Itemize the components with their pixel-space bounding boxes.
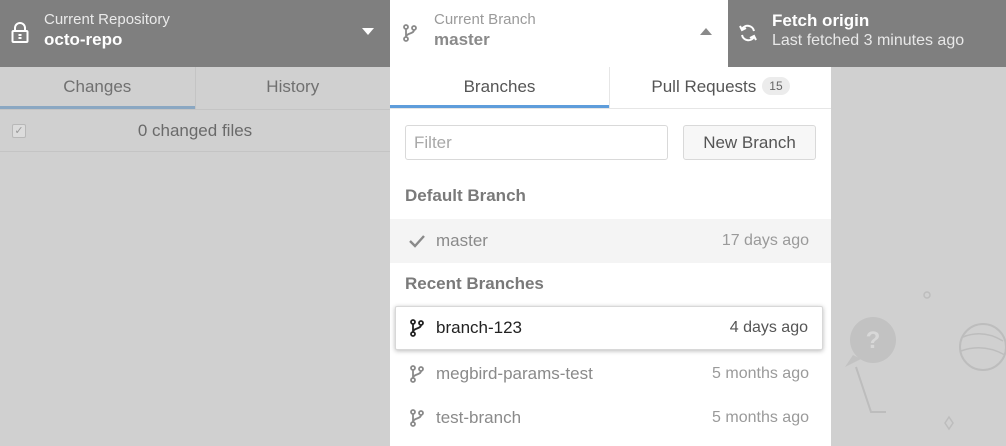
repository-label: Current Repository: [44, 11, 170, 28]
branch-updated-time: 17 days ago: [721, 232, 809, 249]
filter-bar: New Branch: [390, 110, 831, 176]
git-branch-icon: [400, 22, 420, 44]
empty-state-background: ?: [831, 67, 1006, 446]
new-branch-button[interactable]: New Branch: [683, 125, 816, 160]
branch-dropdown-tabs: Branches Pull Requests 15: [390, 67, 831, 109]
toolbar: Current Repository octo-repo Current Bra…: [0, 0, 1006, 67]
fetch-origin-button[interactable]: Fetch origin Last fetched 3 minutes ago: [728, 0, 1006, 67]
pull-requests-label: Pull Requests: [651, 77, 757, 96]
branch-name: master: [434, 30, 490, 49]
default-branch-header: Default Branch: [405, 186, 526, 205]
check-icon: [407, 231, 427, 251]
branch-dropdown: Branches Pull Requests 15 New Branch Defa…: [390, 67, 831, 446]
current-branch-button[interactable]: Current Branch master: [390, 0, 728, 67]
last-fetched-text: Last fetched 3 minutes ago: [772, 32, 965, 49]
chevron-down-icon: [362, 28, 374, 35]
git-branch-icon: [407, 318, 427, 338]
branch-name: branch-123: [436, 318, 523, 337]
current-repository-button[interactable]: Current Repository octo-repo: [0, 0, 390, 67]
changes-history-tabs: Changes History: [0, 67, 390, 110]
git-branch-icon: [407, 408, 427, 428]
sync-icon: [738, 22, 758, 44]
tab-pull-requests[interactable]: Pull Requests 15: [609, 67, 831, 108]
branch-updated-time: 5 months ago: [712, 409, 809, 426]
tab-branches[interactable]: Branches: [390, 67, 609, 108]
branch-name: master: [436, 231, 488, 250]
changes-summary-row: ✓ 0 changed files: [0, 110, 390, 152]
changed-files-count: 0 changed files: [137, 121, 253, 140]
branch-updated-time: 5 months ago: [712, 365, 809, 382]
branch-row-branch-123[interactable]: branch-123 4 days ago: [395, 306, 823, 350]
empty-state-illustration: ?: [845, 291, 1006, 431]
left-pane: Changes History ✓ 0 changed files: [0, 67, 390, 446]
branch-row-megbird-params-test[interactable]: megbird-params-test 5 months ago: [390, 352, 831, 396]
git-branch-icon: [407, 364, 427, 384]
branch-name: megbird-params-test: [436, 364, 593, 383]
svg-text:?: ?: [866, 327, 881, 354]
filter-input[interactable]: [405, 125, 668, 160]
fetch-origin-label: Fetch origin: [772, 11, 870, 30]
branch-row-master[interactable]: master 17 days ago: [390, 219, 831, 263]
tab-changes[interactable]: Changes: [0, 67, 195, 109]
branch-name: test-branch: [436, 408, 522, 427]
pull-requests-count-badge: 15: [762, 77, 790, 95]
branch-label: Current Branch: [434, 11, 536, 28]
chevron-up-icon: [700, 28, 712, 35]
recent-branches-header: Recent Branches: [405, 274, 544, 293]
branch-updated-time: 4 days ago: [729, 319, 808, 336]
lock-icon: [10, 22, 30, 44]
tab-history[interactable]: History: [194, 67, 391, 109]
branch-row-test-branch[interactable]: test-branch 5 months ago: [390, 396, 831, 440]
repository-name: octo-repo: [44, 30, 123, 49]
